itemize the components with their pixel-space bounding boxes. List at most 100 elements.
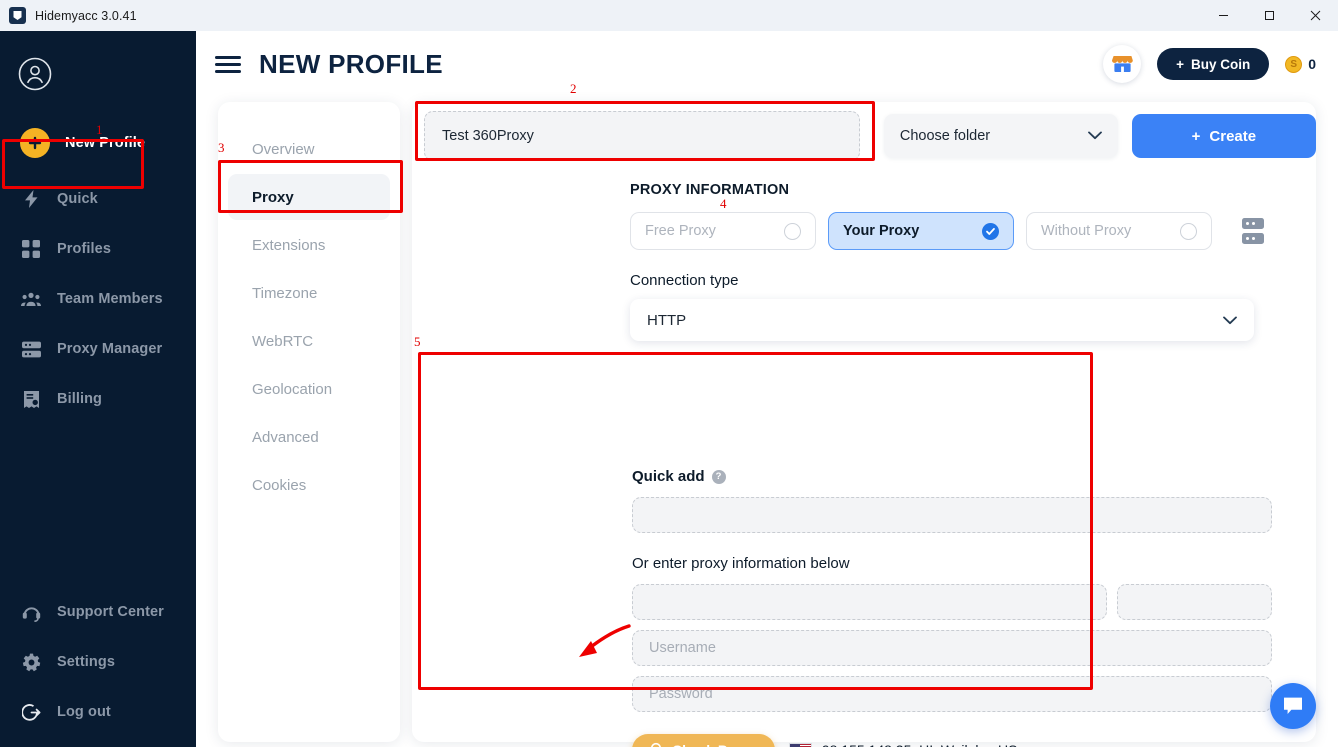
quick-add-label: Quick add	[632, 468, 705, 485]
people-icon	[20, 291, 42, 308]
connection-type-value: HTTP	[647, 311, 687, 329]
check-proxy-label: Check Proxy	[672, 742, 757, 747]
hamburger-icon[interactable]	[215, 55, 241, 73]
headset-icon	[20, 603, 42, 622]
check-proxy-button[interactable]: Check Proxy	[632, 734, 775, 747]
buy-coin-label: Buy Coin	[1190, 56, 1251, 72]
create-label: Create	[1209, 127, 1257, 145]
sidebar-item-log-out[interactable]: Log out	[0, 687, 196, 737]
tab-proxy[interactable]: Proxy	[228, 174, 390, 220]
folder-select-value: Choose folder	[899, 128, 991, 144]
server-icon	[20, 341, 42, 358]
logout-icon	[20, 703, 42, 722]
sidebar-item-proxy-manager[interactable]: Proxy Manager	[0, 324, 196, 374]
sidebar-label: Team Members	[57, 291, 163, 307]
chevron-down-icon	[1223, 312, 1237, 329]
proxy-check-result: 98.155.148.25, HI, Wailuku, US	[788, 742, 1018, 747]
create-button[interactable]: + Create	[1131, 114, 1316, 158]
quick-add-input[interactable]	[632, 497, 1272, 533]
search-icon	[650, 742, 664, 747]
quick-add-section: Quick add ? Or enter proxy information b…	[616, 450, 1288, 747]
tab-label: Geolocation	[252, 380, 333, 398]
chevron-down-icon	[1087, 128, 1102, 144]
sidebar-label: Settings	[57, 654, 115, 670]
help-icon[interactable]: ?	[711, 469, 726, 484]
close-button[interactable]	[1292, 0, 1338, 31]
sidebar-label: Quick	[57, 191, 98, 207]
tab-label: Advanced	[252, 428, 319, 446]
header: NEW PROFILE + Buy Coin S 0	[196, 31, 1338, 97]
radio-checked-icon	[982, 222, 999, 240]
create-plus-icon: +	[1191, 127, 1201, 145]
sidebar-item-team-members[interactable]: Team Members	[0, 274, 196, 324]
profile-name-input[interactable]: Test 360Proxy	[424, 111, 860, 161]
avatar[interactable]	[0, 31, 196, 96]
proxy-check-result-text: 98.155.148.25, HI, Wailuku, US	[822, 742, 1018, 747]
plus-circle-icon	[20, 128, 50, 158]
proxy-mode-free-proxy[interactable]: Free Proxy	[630, 212, 816, 250]
buy-coin-button[interactable]: + Buy Coin	[1157, 48, 1270, 80]
sidebar: New Profile Quick Profiles Team Members …	[0, 31, 196, 747]
tab-timezone[interactable]: Timezone	[228, 270, 390, 316]
tab-cookies[interactable]: Cookies	[228, 462, 390, 508]
radio-icon	[784, 222, 801, 240]
proxy-password-placeholder: Password	[649, 686, 713, 702]
tab-geolocation[interactable]: Geolocation	[228, 366, 390, 412]
sidebar-label: Proxy Manager	[57, 341, 163, 357]
user-avatar-icon	[18, 57, 52, 91]
sidebar-item-quick[interactable]: Quick	[0, 174, 196, 224]
minimize-button[interactable]	[1200, 0, 1246, 31]
buy-coin-plus: +	[1176, 56, 1184, 72]
coin-balance[interactable]: S 0	[1285, 55, 1316, 73]
proxy-mode-label: Without Proxy	[1041, 223, 1132, 239]
tab-extensions[interactable]: Extensions	[228, 222, 390, 268]
coin-count-value: 0	[1308, 56, 1316, 72]
sidebar-item-settings[interactable]: Settings	[0, 637, 196, 687]
sidebar-item-new-profile[interactable]: New Profile	[0, 118, 196, 168]
proxy-mode-label: Your Proxy	[843, 223, 920, 239]
quick-add-label-row: Quick add ?	[616, 450, 1288, 485]
sidebar-label: New Profile	[65, 135, 146, 151]
store-icon[interactable]	[1103, 45, 1142, 83]
tab-overview[interactable]: Overview	[228, 126, 390, 172]
proxy-mode-label: Free Proxy	[645, 223, 716, 239]
bolt-icon	[20, 189, 42, 209]
or-enter-proxy-label: Or enter proxy information below	[632, 555, 850, 572]
connection-type-select[interactable]: HTTP	[630, 299, 1254, 341]
settings-tab-list: Overview Proxy Extensions Timezone WebRT…	[218, 102, 400, 742]
sidebar-nav: New Profile Quick Profiles Team Members …	[0, 118, 196, 424]
tab-label: Overview	[252, 140, 315, 158]
connection-type-label: Connection type	[630, 272, 739, 289]
proxy-section-title: PROXY INFORMATION	[630, 182, 790, 198]
proxy-username-input[interactable]: Username	[632, 630, 1272, 666]
title-bar: Hidemyacc 3.0.41	[0, 0, 1338, 31]
sidebar-item-support-center[interactable]: Support Center	[0, 587, 196, 637]
maximize-button[interactable]	[1246, 0, 1292, 31]
app-window: Hidemyacc 3.0.41 New Profile Quick Profi…	[0, 0, 1338, 747]
sidebar-label: Log out	[57, 704, 111, 720]
profile-toolbar: Test 360Proxy Choose folder + Create	[412, 102, 1316, 170]
proxy-mode-without-proxy[interactable]: Without Proxy	[1026, 212, 1212, 250]
tab-label: Proxy	[252, 188, 294, 206]
billing-icon	[20, 390, 42, 409]
proxy-mode-your-proxy[interactable]: Your Proxy	[828, 212, 1014, 250]
tab-advanced[interactable]: Advanced	[228, 414, 390, 460]
proxy-server-icon[interactable]	[1242, 218, 1264, 244]
chat-bubble-icon[interactable]	[1270, 683, 1316, 729]
host-port-row	[632, 584, 1272, 620]
us-flag-icon	[788, 742, 812, 747]
radio-icon	[1180, 222, 1197, 240]
tab-label: Timezone	[252, 284, 318, 302]
tab-webrtc[interactable]: WebRTC	[228, 318, 390, 364]
profile-name-value: Test 360Proxy	[442, 128, 534, 144]
proxy-host-input[interactable]	[632, 584, 1107, 620]
sidebar-item-billing[interactable]: Billing	[0, 374, 196, 424]
proxy-username-placeholder: Username	[649, 640, 716, 656]
sidebar-item-profiles[interactable]: Profiles	[0, 224, 196, 274]
content-area: Overview Proxy Extensions Timezone WebRT…	[196, 97, 1338, 747]
folder-select[interactable]: Choose folder	[883, 114, 1118, 158]
proxy-password-input[interactable]: Password	[632, 676, 1272, 712]
proxy-port-input[interactable]	[1117, 584, 1272, 620]
app-logo-icon	[9, 7, 26, 24]
grid-icon	[20, 240, 42, 258]
